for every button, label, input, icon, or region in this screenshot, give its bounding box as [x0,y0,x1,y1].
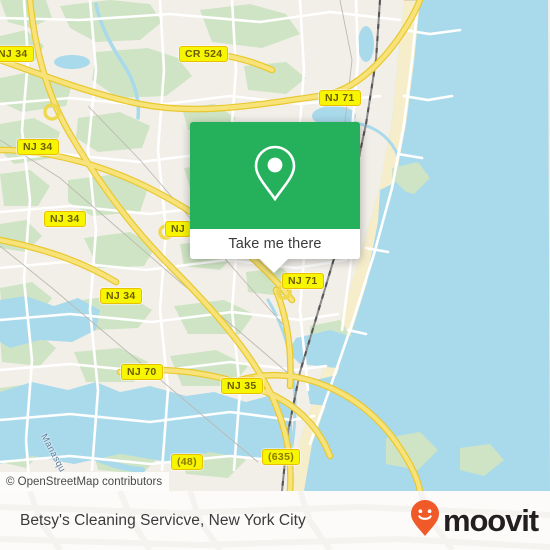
map-attribution-text: © OpenStreetMap contributors [6,475,163,488]
moovit-map-page: NJ 34 CR 524 NJ 71 NJ 34 NJ 34 NJ NJ 71 … [0,0,550,550]
road-shield: NJ 34 [44,211,86,227]
take-me-there-label: Take me there [228,236,322,252]
road-shield: CR 524 [179,46,229,62]
page-title-text: Betsy's Cleaning Servicve, New York City [20,511,306,529]
road-shield: NJ 70 [121,364,163,380]
map-pin-icon [252,144,298,207]
map-canvas[interactable]: NJ 34 CR 524 NJ 71 NJ 34 NJ 34 NJ NJ 71 … [0,0,550,491]
road-shield: NJ [165,221,192,237]
moovit-pin-smiley-icon [410,499,440,542]
road-shield: (48) [171,454,203,470]
take-me-there-button[interactable]: Take me there [190,229,360,259]
road-shield: NJ 34 [100,288,142,304]
moovit-wordmark: moovit [442,503,539,538]
road-shield: NJ 34 [0,46,34,62]
road-shield: NJ 35 [221,378,263,394]
page-footer: Betsy's Cleaning Servicve, New York City… [0,491,550,550]
road-shield: NJ 34 [17,139,59,155]
road-shield: (635) [262,449,301,465]
location-popup[interactable]: Take me there [190,122,360,273]
road-shield: NJ 71 [282,273,324,289]
page-title: Betsy's Cleaning Servicve, New York City [20,491,306,550]
road-shield: NJ 71 [319,90,361,106]
map-attribution[interactable]: © OpenStreetMap contributors [0,472,170,491]
moovit-brand[interactable]: moovit [410,491,539,550]
popup-pointer [260,259,288,273]
popup-header [190,122,360,229]
